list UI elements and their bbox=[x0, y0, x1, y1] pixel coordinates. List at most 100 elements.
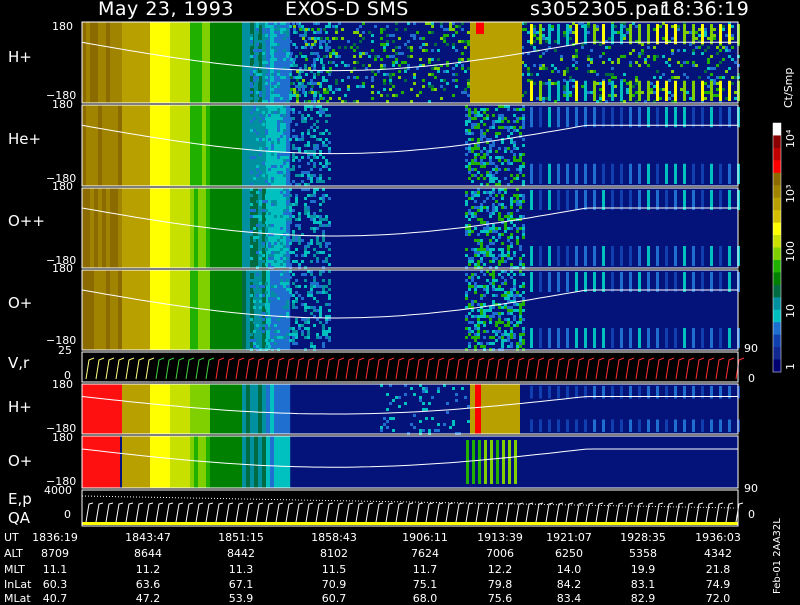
spectrogram-column bbox=[246, 188, 251, 268]
spectrogram-pixel bbox=[507, 297, 510, 300]
spectrogram-pixel bbox=[656, 55, 659, 58]
spectrogram-column bbox=[154, 384, 159, 434]
spectrogram-pixel bbox=[304, 144, 307, 147]
spectrogram-stripe bbox=[539, 328, 542, 348]
spectrogram-pixel bbox=[302, 37, 305, 40]
spectrogram-pixel bbox=[274, 336, 277, 339]
spectrogram-pixel bbox=[590, 70, 593, 73]
spectrogram-pixel bbox=[316, 227, 319, 230]
spectrogram-pixel bbox=[483, 230, 486, 233]
spectrogram-pixel bbox=[734, 76, 737, 79]
spectrogram-pixel bbox=[507, 120, 510, 123]
spectrogram-stripe bbox=[584, 80, 587, 101]
spectrogram-pixel bbox=[316, 257, 319, 260]
spectrogram-pixel bbox=[280, 31, 283, 34]
spectrogram-pixel bbox=[707, 61, 710, 64]
spectrogram-pixel bbox=[256, 64, 259, 67]
spectrogram-stripe bbox=[584, 163, 587, 184]
spectrogram-column bbox=[86, 270, 91, 350]
spectrogram-pixel bbox=[347, 40, 350, 43]
spectrogram-pixel bbox=[498, 180, 501, 183]
spectrogram-pixel bbox=[572, 58, 575, 61]
spectrogram-pixel bbox=[492, 279, 495, 282]
spectrogram-pixel bbox=[310, 88, 313, 91]
spectrogram-pixel bbox=[325, 43, 328, 46]
spectrogram-stripe bbox=[611, 190, 614, 210]
colorbar-segment bbox=[773, 259, 781, 273]
spectrogram-pixel bbox=[492, 306, 495, 309]
spectrogram-stripe bbox=[683, 163, 686, 184]
spectrogram-pixel bbox=[452, 46, 455, 49]
spectrogram-column bbox=[202, 188, 207, 268]
spectrogram-pixel bbox=[647, 55, 650, 58]
spectrogram-pixel bbox=[422, 390, 425, 393]
spectrogram-pixel bbox=[659, 25, 662, 28]
spectrogram-column bbox=[218, 384, 223, 434]
spectrogram-pixel bbox=[468, 276, 471, 279]
spectrogram-pixel bbox=[259, 206, 262, 209]
spectrogram-pixel bbox=[443, 423, 446, 426]
spectrogram-pixel bbox=[262, 324, 265, 327]
spectrogram-stripe bbox=[539, 246, 542, 266]
spectrogram-pixel bbox=[329, 85, 332, 88]
spectrogram-pixel bbox=[271, 300, 274, 303]
spectrogram-pixel bbox=[280, 279, 283, 282]
spectrogram-pixel bbox=[474, 282, 477, 285]
spectrogram-column bbox=[226, 188, 231, 268]
spectrogram-pixel bbox=[516, 303, 519, 306]
spectrogram-pixel bbox=[480, 285, 483, 288]
spectrogram-pixel bbox=[467, 31, 470, 34]
spectrogram-stripe bbox=[557, 80, 560, 101]
spectrogram-pixel bbox=[322, 64, 325, 67]
spectrogram-pixel bbox=[513, 279, 516, 282]
spectrogram-pixel bbox=[292, 327, 295, 330]
spectrogram-pixel bbox=[519, 165, 522, 168]
spectrogram-stripe bbox=[602, 190, 605, 210]
spectrogram-pixel bbox=[371, 91, 374, 94]
spectrogram-pixel bbox=[322, 230, 325, 233]
spectrogram-stripe bbox=[557, 24, 560, 45]
table-cell: 11.1 bbox=[42, 563, 68, 576]
spectrogram-pixel bbox=[259, 94, 262, 97]
spectrogram-stripe bbox=[647, 80, 650, 101]
table-cell: 1858:43 bbox=[311, 531, 357, 544]
spectrogram-pixel bbox=[719, 76, 722, 79]
spectrogram-pixel bbox=[296, 91, 299, 94]
table-cell: 11.3 bbox=[228, 563, 254, 576]
spectrogram-pixel bbox=[644, 58, 647, 61]
spectrogram-pixel bbox=[298, 294, 301, 297]
spectrogram-pixel bbox=[486, 209, 489, 212]
spectrogram-pixel bbox=[289, 339, 292, 342]
spectrogram-pixel bbox=[307, 177, 310, 180]
table-cell: 1921:07 bbox=[546, 531, 592, 544]
spectrogram-stripe bbox=[710, 80, 713, 101]
spectrogram-pixel bbox=[271, 245, 274, 248]
spectrogram-pixel bbox=[253, 239, 256, 242]
spectrogram-pixel bbox=[256, 40, 259, 43]
spectrogram-pixel bbox=[471, 206, 474, 209]
spectrogram-pixel bbox=[434, 43, 437, 46]
spectrogram-stripe bbox=[665, 419, 668, 432]
spectrogram-pixel bbox=[271, 147, 274, 150]
spectrogram-pixel bbox=[492, 260, 495, 263]
spectrogram-pixel bbox=[298, 218, 301, 221]
spectrogram-pixel bbox=[425, 43, 428, 46]
spectrogram-pixel bbox=[259, 294, 262, 297]
spectrogram-pixel bbox=[274, 209, 277, 212]
spectrogram-pixel bbox=[274, 58, 277, 61]
spectrogram-pixel bbox=[295, 85, 298, 88]
spectrogram-pixel bbox=[504, 260, 507, 263]
spectrogram-pixel bbox=[477, 303, 480, 306]
spectrogram-pixel bbox=[322, 251, 325, 254]
spectrogram-stripe bbox=[611, 24, 614, 45]
spectrogram-pixel bbox=[259, 215, 262, 218]
spectrogram-pixel bbox=[522, 339, 525, 342]
spectrogram-pixel bbox=[522, 174, 525, 177]
spectrogram-pixel bbox=[410, 88, 413, 91]
spectrogram-pixel bbox=[474, 336, 477, 339]
spectrogram-column bbox=[230, 22, 235, 103]
cusp-peak bbox=[476, 22, 484, 34]
spectrogram-pixel bbox=[471, 260, 474, 263]
spectrogram-pixel bbox=[593, 70, 596, 73]
spectrogram-pixel bbox=[471, 147, 474, 150]
